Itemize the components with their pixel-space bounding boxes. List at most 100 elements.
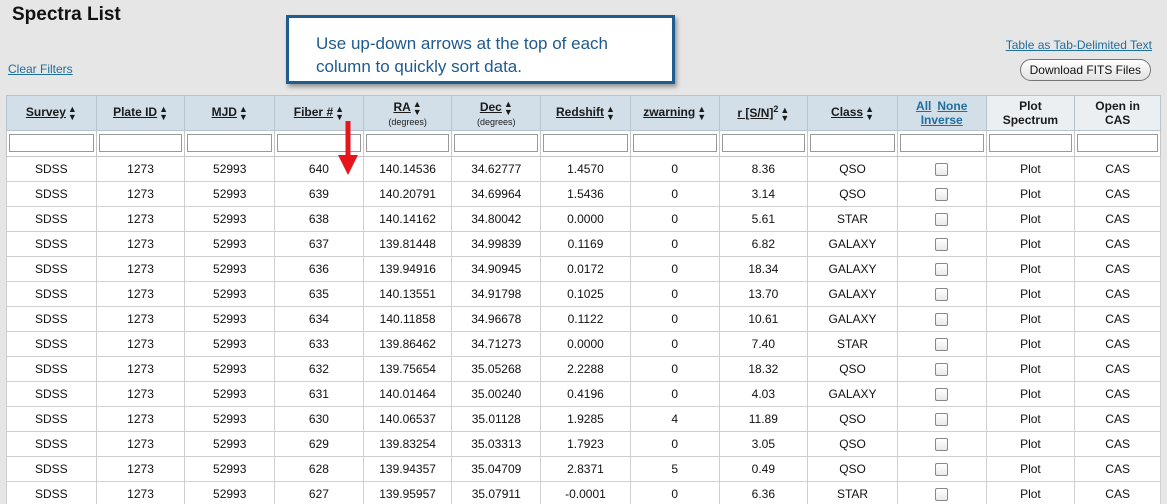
- sort-arrows-icon[interactable]: ▲ ▼: [504, 99, 513, 116]
- cas-link[interactable]: CAS: [1074, 156, 1161, 182]
- download-fits-button[interactable]: Download FITS Files: [1019, 59, 1151, 81]
- sort-arrows-icon[interactable]: ▲ ▼: [697, 105, 706, 122]
- clear-filters-link[interactable]: Clear Filters: [8, 62, 73, 76]
- plot-link[interactable]: Plot: [985, 281, 1076, 307]
- filter-input[interactable]: [98, 134, 183, 153]
- plot-link[interactable]: Plot: [985, 481, 1076, 504]
- plot-link[interactable]: Plot: [985, 406, 1076, 432]
- filter-input[interactable]: [454, 134, 539, 153]
- filter-input[interactable]: [721, 134, 806, 153]
- plot-link[interactable]: Plot: [985, 356, 1076, 382]
- select-none-link[interactable]: None: [937, 99, 967, 113]
- cell-dec: 35.05268: [451, 356, 542, 382]
- filter-input[interactable]: [187, 134, 273, 153]
- column-label[interactable]: Survey: [26, 105, 66, 119]
- row-checkbox[interactable]: [935, 313, 949, 327]
- cas-link[interactable]: CAS: [1074, 406, 1161, 432]
- filter-input[interactable]: [1077, 134, 1158, 153]
- cell-plate-id: 1273: [95, 156, 186, 182]
- row-checkbox[interactable]: [935, 363, 949, 377]
- column-label[interactable]: Class: [831, 105, 863, 119]
- cas-link[interactable]: CAS: [1074, 456, 1161, 482]
- column-header-redshift[interactable]: Redshift ▲ ▼: [540, 95, 631, 131]
- column-header-dec[interactable]: Dec ▲ ▼ (degrees): [451, 95, 542, 131]
- plot-link[interactable]: Plot: [985, 256, 1076, 282]
- row-checkbox[interactable]: [935, 288, 949, 302]
- cas-link[interactable]: CAS: [1074, 206, 1161, 232]
- filter-input[interactable]: [9, 134, 94, 153]
- filter-input[interactable]: [899, 134, 984, 153]
- cas-link[interactable]: CAS: [1074, 181, 1161, 207]
- row-checkbox[interactable]: [935, 413, 949, 427]
- column-header-r-s-n[interactable]: r [S/N]2 ▲ ▼: [718, 95, 809, 131]
- filter-input[interactable]: [810, 134, 895, 153]
- row-checkbox[interactable]: [935, 263, 949, 277]
- select-all-link[interactable]: All: [916, 99, 931, 113]
- column-label[interactable]: Dec: [480, 100, 502, 114]
- row-checkbox[interactable]: [935, 438, 949, 452]
- select-inverse-link[interactable]: Inverse: [921, 113, 963, 127]
- column-label[interactable]: Fiber #: [294, 105, 333, 119]
- cell-survey: SDSS: [6, 481, 97, 504]
- plot-link[interactable]: Plot: [985, 181, 1076, 207]
- cas-link[interactable]: CAS: [1074, 231, 1161, 257]
- column-label[interactable]: Redshift: [556, 105, 604, 119]
- sort-arrows-icon[interactable]: ▲ ▼: [68, 105, 77, 122]
- column-label[interactable]: Plate ID: [113, 105, 157, 119]
- row-checkbox[interactable]: [935, 388, 949, 402]
- row-checkbox[interactable]: [935, 188, 949, 202]
- row-checkbox[interactable]: [935, 463, 949, 477]
- column-header-plate-id[interactable]: Plate ID ▲ ▼: [95, 95, 186, 131]
- cas-link[interactable]: CAS: [1074, 431, 1161, 457]
- row-checkbox[interactable]: [935, 238, 949, 252]
- cas-link[interactable]: CAS: [1074, 356, 1161, 382]
- filter-cell: [6, 130, 97, 157]
- column-header-class[interactable]: Class ▲ ▼: [807, 95, 898, 131]
- cell-mjd: 52993: [184, 431, 276, 457]
- cas-link[interactable]: CAS: [1074, 256, 1161, 282]
- cas-link[interactable]: CAS: [1074, 331, 1161, 357]
- row-checkbox[interactable]: [935, 213, 949, 227]
- plot-link[interactable]: Plot: [985, 206, 1076, 232]
- filter-input[interactable]: [365, 134, 450, 153]
- filter-input[interactable]: [632, 134, 717, 153]
- column-header-survey[interactable]: Survey ▲ ▼: [6, 95, 97, 131]
- filter-input[interactable]: [988, 134, 1073, 153]
- sort-arrows-icon[interactable]: ▲ ▼: [606, 105, 615, 122]
- sort-arrows-icon[interactable]: ▲ ▼: [239, 105, 248, 122]
- cas-header-line-1: Open in: [1095, 99, 1140, 113]
- cas-link[interactable]: CAS: [1074, 381, 1161, 407]
- cell-dec: 34.80042: [451, 206, 542, 232]
- cell-class: QSO: [807, 156, 898, 182]
- column-header-zwarning[interactable]: zwarning ▲ ▼: [629, 95, 720, 131]
- row-checkbox[interactable]: [935, 488, 949, 502]
- tab-delimited-text-link[interactable]: Table as Tab-Delimited Text: [1006, 38, 1152, 52]
- row-checkbox[interactable]: [935, 338, 949, 352]
- row-checkbox[interactable]: [935, 163, 949, 177]
- sort-arrows-icon[interactable]: ▲ ▼: [865, 105, 874, 122]
- column-label[interactable]: MJD: [212, 105, 237, 119]
- cell-r-s-n: 4.03: [718, 381, 809, 407]
- filter-input[interactable]: [543, 134, 628, 153]
- plot-link[interactable]: Plot: [985, 381, 1076, 407]
- sort-arrows-icon[interactable]: ▲ ▼: [335, 105, 344, 122]
- plot-link[interactable]: Plot: [985, 156, 1076, 182]
- sort-arrows-icon[interactable]: ▲ ▼: [413, 99, 422, 116]
- plot-link[interactable]: Plot: [985, 331, 1076, 357]
- column-header-ra[interactable]: RA ▲ ▼ (degrees): [362, 95, 453, 131]
- table-row: SDSS 1273 52993 638 140.14162 34.80042 0.0000 0…: [6, 206, 1161, 232]
- plot-link[interactable]: Plot: [985, 456, 1076, 482]
- column-header-mjd[interactable]: MJD ▲ ▼: [184, 95, 276, 131]
- select-cell: [896, 331, 987, 357]
- column-label[interactable]: r [S/N]: [737, 106, 773, 120]
- sort-arrows-icon[interactable]: ▲ ▼: [159, 105, 168, 122]
- column-label[interactable]: zwarning: [643, 105, 695, 119]
- column-label[interactable]: RA: [393, 100, 410, 114]
- cas-link[interactable]: CAS: [1074, 281, 1161, 307]
- plot-link[interactable]: Plot: [985, 306, 1076, 332]
- cas-link[interactable]: CAS: [1074, 481, 1161, 504]
- cas-link[interactable]: CAS: [1074, 306, 1161, 332]
- plot-link[interactable]: Plot: [985, 231, 1076, 257]
- plot-link[interactable]: Plot: [985, 431, 1076, 457]
- sort-arrows-icon[interactable]: ▲ ▼: [780, 105, 789, 122]
